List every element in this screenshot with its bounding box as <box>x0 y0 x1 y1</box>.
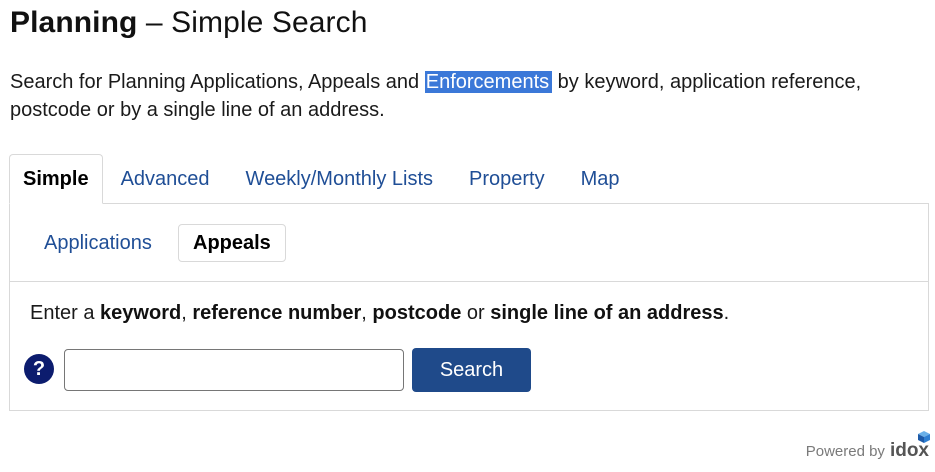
instruction-keyword: keyword <box>100 302 182 324</box>
intro-text-start: Search for Planning Applications, Appeal… <box>10 71 425 93</box>
powered-by-text: Powered by <box>805 442 885 460</box>
page-title-bold: Planning <box>10 6 138 39</box>
instruction-text: Enter a <box>30 302 101 324</box>
idox-logo-text: idox <box>889 440 929 461</box>
instruction-text: , <box>181 302 193 324</box>
tab-advanced[interactable]: Advanced <box>103 154 228 204</box>
tab-simple[interactable]: Simple <box>9 154 103 204</box>
instruction-text: . <box>723 302 730 324</box>
intro-text: Search for Planning Applications, Appeal… <box>10 68 925 124</box>
page-title: Planning – Simple Search <box>10 6 368 40</box>
search-instruction: Enter a keyword, reference number, postc… <box>30 302 729 325</box>
instruction-text: , <box>361 302 373 324</box>
subtab-applications[interactable]: Applications <box>44 224 152 262</box>
search-type-tabs: Simple Advanced Weekly/Monthly Lists Pro… <box>9 154 638 204</box>
subtab-appeals[interactable]: Appeals <box>178 224 286 262</box>
instruction-address: single line of an address <box>490 302 724 324</box>
cube-icon <box>918 431 930 443</box>
page-title-rest: – Simple Search <box>137 6 368 39</box>
tab-map[interactable]: Map <box>563 154 638 204</box>
instruction-postcode: postcode <box>372 302 462 324</box>
help-icon[interactable]: ? <box>24 354 54 384</box>
selected-text: Enforcements <box>424 71 553 93</box>
idox-logo[interactable]: idox <box>889 431 930 462</box>
simple-search-panel: Applications Appeals Enter a keyword, re… <box>9 203 929 411</box>
powered-by: Powered by idox <box>805 431 930 462</box>
search-category-tabs: Applications Appeals <box>10 204 928 282</box>
search-button[interactable]: Search <box>412 348 531 392</box>
tab-property[interactable]: Property <box>451 154 563 204</box>
tab-weekly-monthly-lists[interactable]: Weekly/Monthly Lists <box>228 154 451 204</box>
instruction-reference: reference number <box>192 302 362 324</box>
instruction-text: or <box>461 302 491 324</box>
search-input[interactable] <box>64 349 404 391</box>
